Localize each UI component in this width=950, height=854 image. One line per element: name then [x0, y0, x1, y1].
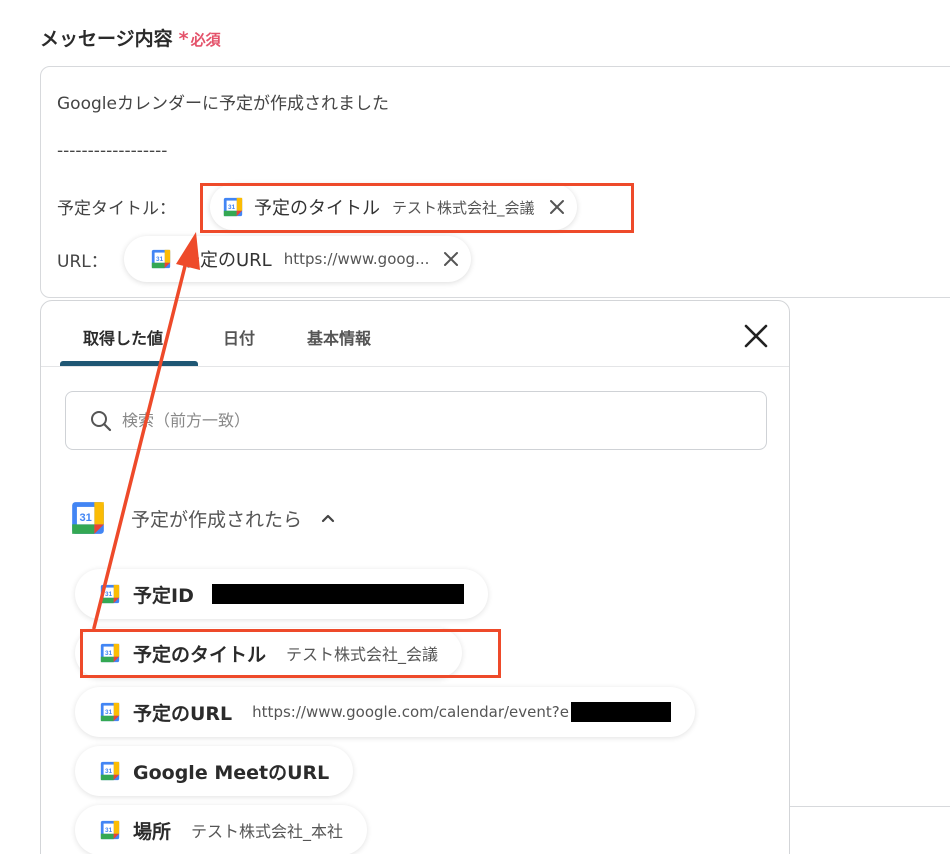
chevron-up-icon: [321, 514, 335, 523]
chip-value: テスト株式会社_会議: [392, 198, 535, 217]
item-label: 場所: [133, 820, 172, 843]
svg-text:31: 31: [105, 591, 113, 598]
google-calendar-icon: 31: [72, 502, 104, 534]
google-calendar-icon: 31: [100, 820, 120, 840]
chip-label: 予定のタイトル: [254, 198, 380, 219]
search-field: [65, 391, 767, 450]
item-value: https://www.google.com/calendar/event?e: [252, 703, 569, 721]
message-line-1: Googleカレンダーに予定が作成されました: [57, 94, 389, 114]
item-label: 予定のタイトル: [133, 643, 267, 666]
google-calendar-icon: 31: [100, 702, 120, 722]
item-label: 予定ID: [133, 584, 194, 607]
item-label: Google MeetのURL: [133, 761, 330, 784]
svg-text:31: 31: [79, 512, 91, 524]
variable-item-event-title[interactable]: 31 予定のタイトル テスト株式会社_会議: [75, 628, 463, 678]
svg-text:31: 31: [228, 204, 236, 211]
redacted-value: [211, 584, 464, 604]
divider-line: [790, 806, 950, 807]
svg-text:31: 31: [105, 650, 113, 657]
chip-label: 予定のURL: [182, 250, 272, 271]
svg-text:31: 31: [105, 709, 113, 716]
google-calendar-icon: 31: [100, 643, 120, 663]
message-title-prefix: 予定タイトル：: [57, 199, 176, 219]
url-variable-chip[interactable]: 31 予定のURL https://www.goog...: [124, 236, 472, 282]
tab-date[interactable]: 日付: [223, 325, 255, 349]
message-url-prefix: URL：: [57, 252, 108, 272]
tab-acquired-values[interactable]: 取得した値: [83, 325, 163, 349]
google-calendar-icon: 31: [100, 584, 120, 604]
svg-text:31: 31: [105, 827, 113, 834]
variable-item-meet-url[interactable]: 31 Google MeetのURL: [75, 746, 354, 796]
svg-text:31: 31: [156, 256, 164, 263]
field-label-text: メッセージ内容: [40, 28, 173, 50]
search-icon: [91, 410, 112, 431]
close-icon[interactable]: [549, 199, 565, 215]
title-variable-chip[interactable]: 31 予定のタイトル テスト株式会社_会議: [210, 184, 577, 230]
tab-basic-info[interactable]: 基本情報: [307, 325, 371, 349]
item-value: テスト株式会社_会議: [286, 645, 439, 664]
close-icon[interactable]: [443, 251, 459, 267]
google-calendar-icon: 31: [100, 761, 120, 781]
field-label: メッセージ内容 * 必須: [40, 24, 221, 51]
variable-picker-panel: 取得した値 日付 基本情報 31 予定が作成されたら: [40, 300, 790, 854]
redacted-value: [570, 702, 671, 722]
message-divider: ------------------: [57, 141, 168, 161]
group-header-event-created[interactable]: 31 予定が作成されたら: [69, 499, 336, 537]
variable-item-event-url[interactable]: 31 予定のURL https://www.google.com/calenda…: [75, 687, 695, 737]
close-icon[interactable]: [743, 323, 769, 349]
tab-bar: 取得した値 日付 基本情報: [41, 301, 789, 367]
required-star: *: [178, 28, 189, 50]
group-title: 予定が作成されたら: [131, 508, 303, 531]
item-value: テスト株式会社_本社: [191, 822, 344, 841]
variable-item-location[interactable]: 31 場所 テスト株式会社_本社: [75, 805, 368, 854]
svg-text:31: 31: [105, 768, 113, 775]
google-calendar-icon: 31: [151, 249, 171, 269]
chip-value: https://www.goog...: [283, 250, 430, 268]
active-tab-indicator: [60, 361, 198, 366]
variable-item-event-id[interactable]: 31 予定ID: [75, 569, 488, 619]
item-label: 予定のURL: [133, 702, 233, 725]
google-calendar-icon: 31: [223, 197, 243, 217]
search-input[interactable]: [122, 411, 722, 430]
required-text: 必須: [190, 31, 221, 49]
